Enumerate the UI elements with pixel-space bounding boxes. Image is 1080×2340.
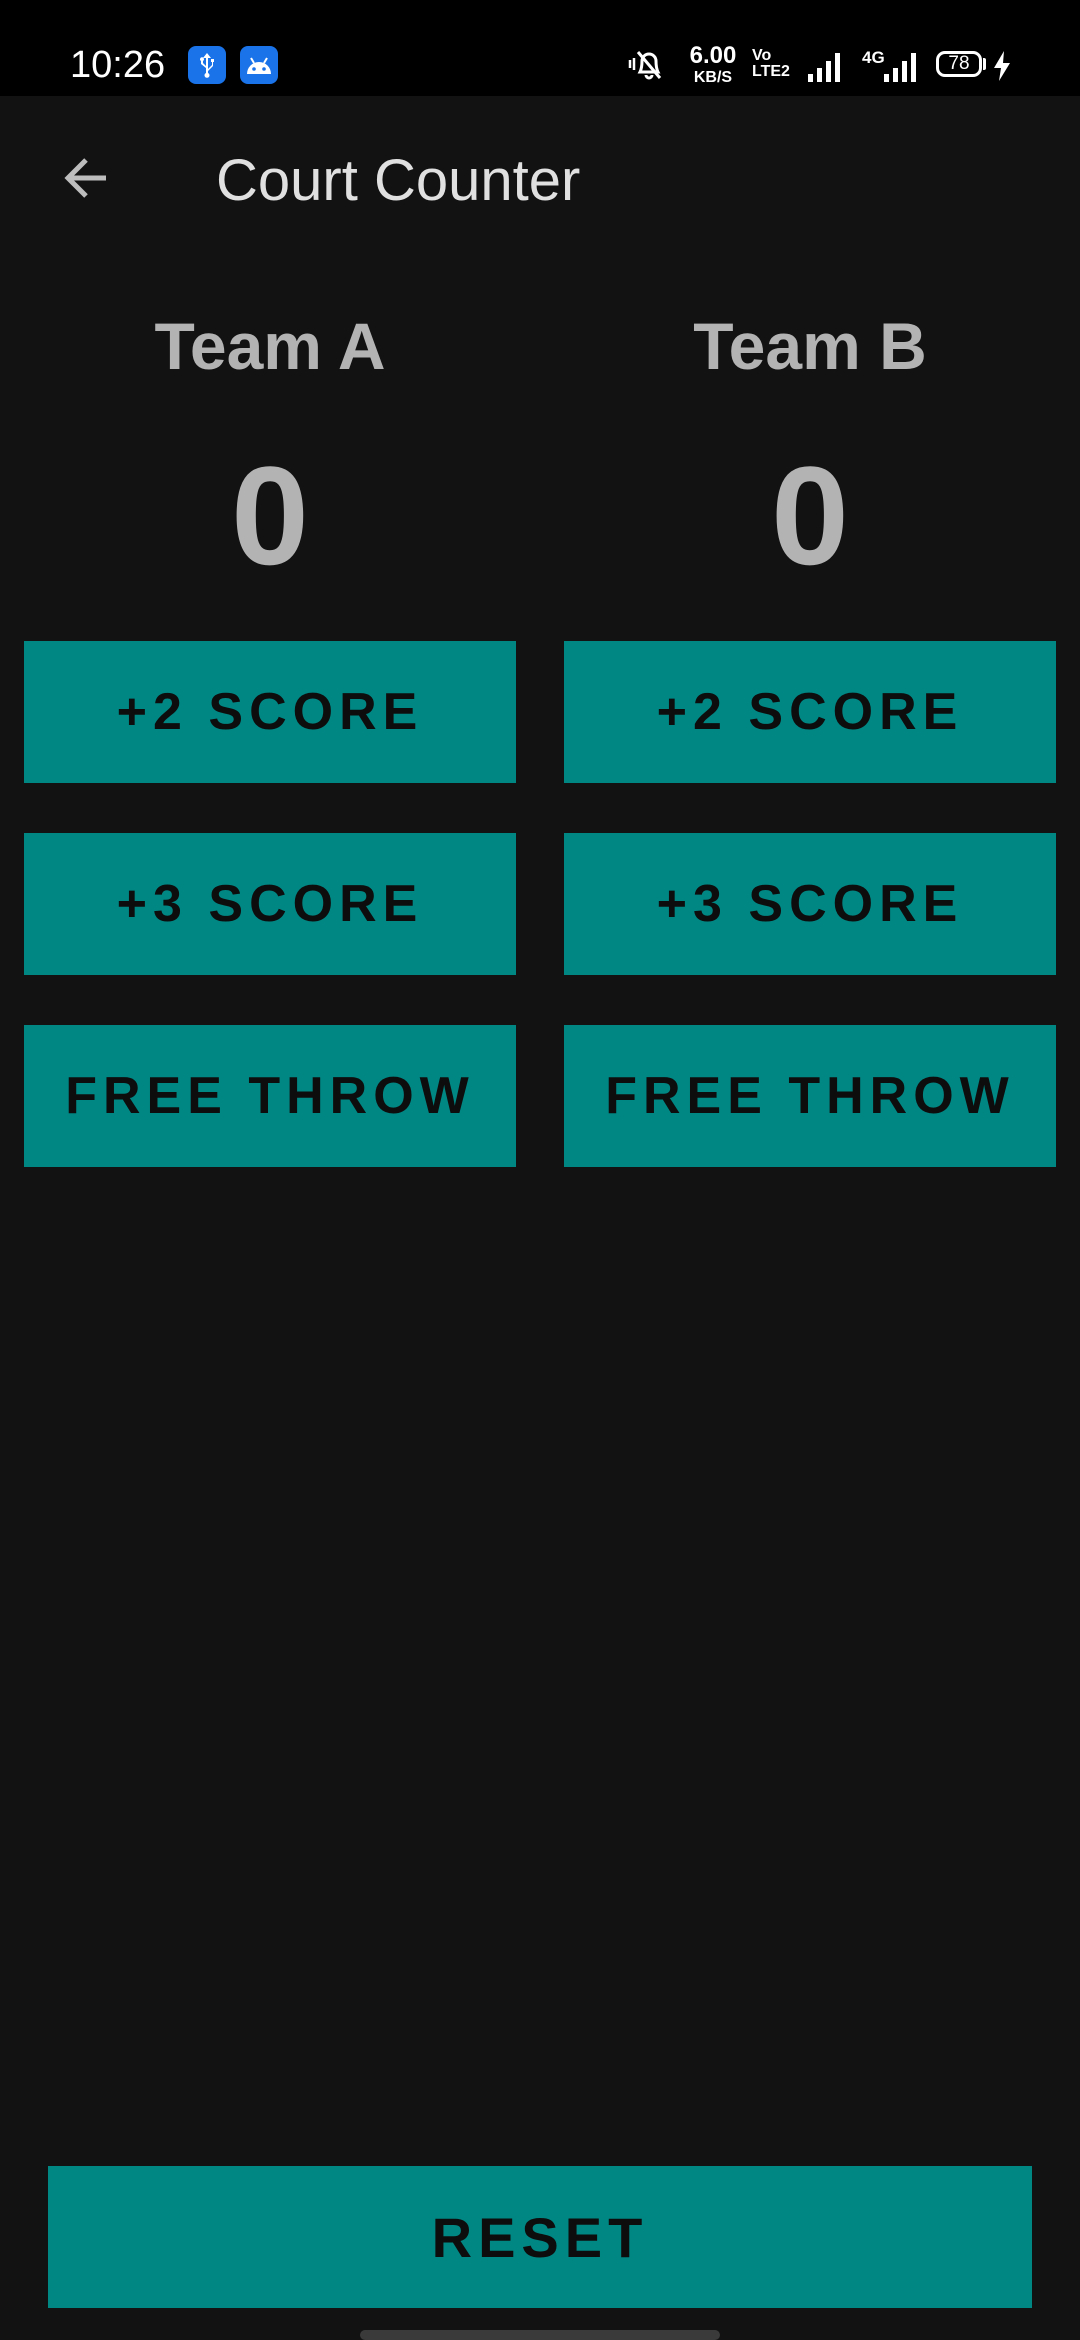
usb-icon [188,46,226,84]
status-bar: 10:26 6.00 KB/S Vo LTE2 4G 78 [0,0,1080,96]
page-title: Court Counter [216,148,581,213]
team-b-free-throw-button[interactable]: FREE THROW [564,1025,1056,1167]
home-indicator[interactable] [360,2330,720,2340]
reset-button[interactable]: RESET [48,2166,1032,2308]
arrow-left-icon [64,158,106,198]
team-b-score: 0 [771,437,849,594]
signal-icon [806,50,846,87]
team-a-name: Team A [154,309,386,383]
team-b-plus-two-button[interactable]: +2 SCORE [564,641,1056,783]
team-a-score: 0 [231,437,309,594]
network-speed: 6.00 KB/S [688,44,738,86]
network-speed-unit: KB/S [693,69,733,86]
volte-bottom: LTE2 [752,63,790,80]
status-time: 10:26 [70,44,166,86]
android-debug-icon [240,46,278,84]
silent-bell-icon [626,48,672,87]
app-bar: Court Counter [0,96,1080,264]
signal-icon-2 [876,50,920,87]
app-screen: 10:26 6.00 KB/S Vo LTE2 4G 78 Court Coun… [0,0,1080,2340]
team-b-name: Team B [693,309,927,383]
charging-icon [992,50,1012,87]
volte-top: Vo [752,47,772,64]
team-a-plus-two-button[interactable]: +2 SCORE [24,641,516,783]
volte-indicator: Vo LTE2 [752,48,790,80]
team-a-free-throw-button[interactable]: FREE THROW [24,1025,516,1167]
battery-icon: 78 [936,51,982,77]
team-a-plus-three-button[interactable]: +3 SCORE [24,833,516,975]
network-speed-value: 6.00 [689,42,737,69]
back-button[interactable] [40,132,132,224]
battery-tip [983,58,986,70]
team-b-plus-three-button[interactable]: +3 SCORE [564,833,1056,975]
